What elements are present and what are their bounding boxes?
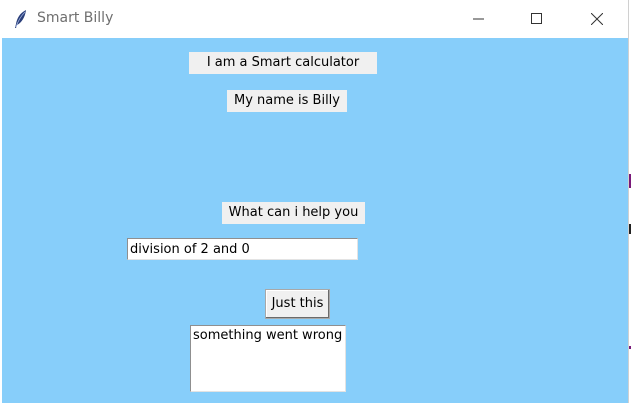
close-button[interactable] (574, 0, 620, 38)
title-bar[interactable]: Smart Billy (0, 0, 628, 38)
output-textbox[interactable]: something went wrong (190, 325, 346, 392)
minimize-icon (473, 18, 484, 20)
prompt-label: What can i help you (222, 202, 365, 224)
minimize-button[interactable] (456, 0, 502, 38)
feather-icon (14, 9, 28, 29)
intro-label: I am a Smart calculator (189, 52, 377, 74)
app-window: Smart Billy I am a Smart calculator My n… (0, 0, 629, 403)
window-title: Smart Billy (37, 10, 114, 26)
main-panel: I am a Smart calculator My name is Billy… (2, 38, 628, 403)
query-input[interactable] (127, 238, 358, 260)
name-label: My name is Billy (227, 90, 347, 112)
maximize-icon (531, 13, 542, 24)
close-icon (591, 13, 603, 25)
just-this-button[interactable]: Just this (265, 289, 330, 319)
maximize-button[interactable] (514, 0, 560, 38)
